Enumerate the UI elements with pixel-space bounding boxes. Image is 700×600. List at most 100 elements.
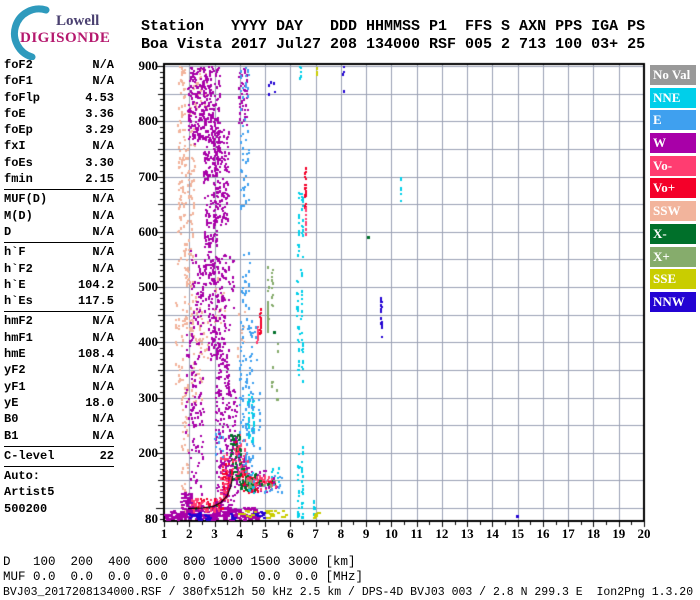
parameter-row: C-level 22 (4, 448, 114, 464)
parameter-row: hmE 108.4 (4, 346, 114, 362)
parameter-label: B0 (4, 412, 19, 427)
parameter-value: 3.36 (85, 106, 114, 121)
parameter-label: fxI (4, 139, 26, 154)
parameter-row: h`E 104.2 (4, 277, 114, 293)
parameter-value: N/A (92, 139, 114, 154)
legend-item: SSE (650, 269, 696, 290)
y-tick-label: 800 (138, 113, 159, 129)
parameter-row: B1 N/A (4, 428, 114, 444)
file-info-row: BVJ03_2017208134000.RSF / 380fx512h 50 k… (3, 586, 694, 599)
parameter-label: M(D) (4, 208, 33, 223)
parameter-label: h`E (4, 277, 26, 292)
legend-item: X+ (650, 246, 696, 267)
parameter-value: 22 (99, 448, 114, 463)
legend-item: Vo+ (650, 178, 696, 199)
parameter-row: yF2 N/A (4, 362, 114, 378)
parameter-row: foF2 N/A (4, 57, 114, 73)
parameter-value: N/A (92, 363, 114, 378)
parameter-value: 108.4 (77, 347, 114, 362)
parameter-value: N/A (92, 412, 114, 427)
x-tick-label: 20 (637, 526, 651, 541)
legend-item: NNW (650, 291, 696, 312)
legend-item: Vo- (650, 155, 696, 176)
parameter-label: C-level (4, 448, 55, 463)
y-tick-label: 500 (138, 279, 159, 294)
parameter-value: N/A (92, 74, 114, 89)
parameter-label: yF2 (4, 363, 26, 378)
parameter-label: foFlp (4, 90, 41, 105)
parameter-label: D (4, 224, 12, 239)
parameter-label: 500200 (4, 501, 48, 516)
parameter-value: N/A (92, 208, 114, 223)
parameter-label: foEs (4, 155, 33, 170)
parameter-value: 18.0 (85, 395, 114, 410)
parameter-value: N/A (92, 224, 114, 239)
parameter-value: N/A (92, 245, 114, 260)
parameter-row: MUF(D) N/A (4, 191, 114, 207)
parameter-row: 500200 (4, 501, 114, 517)
parameter-row: B0 N/A (4, 411, 114, 427)
parameter-row: Artist5 (4, 484, 114, 500)
lowell-digisonde-logo: Lowell DIGISONDE (4, 2, 134, 60)
parameter-label: Auto: (4, 469, 41, 484)
header-column-names: Station YYYY DAY DDD HHMMSS P1 FFS S AXN… (141, 18, 646, 35)
parameter-row: D N/A (4, 224, 114, 240)
distance-row: D 100 200 400 600 800 1000 1500 3000 [km… (3, 555, 356, 569)
ionogram-plot (140, 55, 646, 529)
parameter-row: hmF1 N/A (4, 330, 114, 346)
parameter-row: foFlp 4.53 (4, 90, 114, 106)
y-tick-label: 300 (138, 389, 159, 405)
parameter-label: yE (4, 395, 19, 410)
echo-direction-legend: No Val NNE E W Vo- Vo+ SSW X- X+ SSE NNW (650, 65, 696, 312)
parameter-label: foF2 (4, 58, 33, 72)
panel-divider (4, 189, 114, 191)
legend-item: No Val (650, 65, 696, 85)
parameter-label: hmE (4, 347, 26, 362)
parameter-label: foE (4, 106, 26, 121)
parameter-label: yF1 (4, 379, 26, 394)
parameter-label: foF1 (4, 74, 33, 89)
parameter-row: foEs 3.30 (4, 155, 114, 171)
parameter-row: h`F N/A (4, 244, 114, 260)
parameter-row: h`Es 117.5 (4, 293, 114, 309)
parameter-row: yF1 N/A (4, 379, 114, 395)
parameter-panel: foF2 N/A foF1 N/A foFlp 4.53 foE 3.36 foEp 3.29 fx… (4, 57, 114, 517)
logo-brand-lowell: Lowell (56, 13, 100, 29)
parameter-label: fmin (4, 172, 33, 187)
parameter-value: 2.15 (85, 172, 114, 187)
header-values: Boa Vista 2017 Jul27 208 134000 RSF 005 … (141, 36, 646, 53)
parameter-label: h`F2 (4, 261, 33, 276)
parameter-label: foEp (4, 123, 33, 138)
parameter-label: Artist5 (4, 485, 55, 500)
parameter-label: B1 (4, 428, 19, 443)
parameter-row: foE 3.36 (4, 106, 114, 122)
parameter-row: foEp 3.29 (4, 122, 114, 138)
legend-item: E (650, 110, 696, 131)
y-tick-label: 700 (138, 168, 159, 184)
panel-divider (4, 311, 114, 313)
panel-divider (4, 466, 114, 468)
parameter-value: N/A (92, 379, 114, 394)
y-tick-label: 80 (145, 511, 158, 527)
muf-row: MUF 0.0 0.0 0.0 0.0 0.0 0.0 0.0 0.0 [MHz… (3, 570, 364, 584)
parameter-label: hmF1 (4, 330, 33, 345)
parameter-value: 3.29 (85, 123, 114, 138)
parameter-value: 117.5 (77, 294, 114, 309)
y-tick-label: 600 (138, 223, 159, 239)
parameter-row: fmin 2.15 (4, 171, 114, 187)
y-tick-label: 900 (138, 58, 159, 73)
parameter-value: N/A (92, 261, 114, 276)
parameter-row: fxI N/A (4, 138, 114, 154)
parameter-row: foF1 N/A (4, 73, 114, 89)
legend-item: W (650, 133, 696, 154)
panel-divider (4, 445, 114, 447)
parameter-row: hmF2 N/A (4, 313, 114, 329)
ionogram-page: Lowell DIGISONDE Station YYYY DAY DDD HH… (0, 0, 700, 600)
parameter-label: hmF2 (4, 314, 33, 329)
parameter-label: h`F (4, 245, 26, 260)
parameter-value: N/A (92, 58, 114, 72)
parameter-value: N/A (92, 428, 114, 443)
parameter-row: yE 18.0 (4, 395, 114, 411)
parameter-value: N/A (92, 330, 114, 345)
parameter-label: MUF(D) (4, 192, 48, 207)
